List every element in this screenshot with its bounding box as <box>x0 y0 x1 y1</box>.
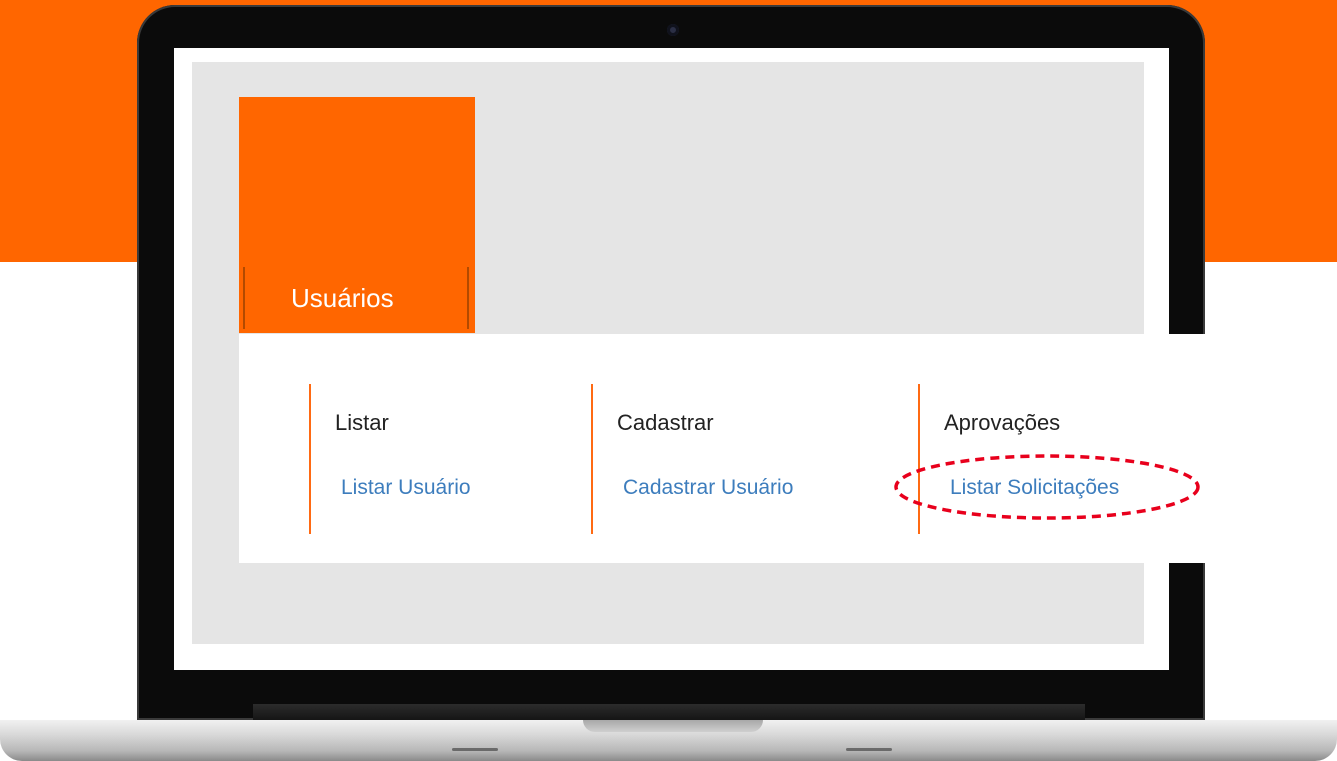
webcam-icon <box>667 24 679 36</box>
menu-column-listar: Listar Listar Usuário <box>309 384 471 534</box>
menu-column-cadastrar: Cadastrar Cadastrar Usuário <box>591 384 793 534</box>
highlight-annotation-ellipse <box>894 454 1200 520</box>
tile-right-border <box>467 267 469 329</box>
menu-heading-cadastrar: Cadastrar <box>617 410 714 435</box>
laptop-foot-right <box>846 748 892 751</box>
users-tile-label: Usuários <box>291 283 394 313</box>
laptop-foot-left <box>452 748 498 751</box>
users-tile[interactable]: Usuários <box>239 97 475 333</box>
users-dropdown-menu: Listar Listar Usuário Cadastrar Cadastra… <box>239 334 1337 563</box>
register-user-link[interactable]: Cadastrar Usuário <box>623 476 793 500</box>
tile-left-border <box>243 267 245 329</box>
menu-heading-aprovacoes: Aprovações <box>944 410 1061 435</box>
menu-heading-listar: Listar <box>335 410 389 435</box>
laptop-opening-notch <box>583 720 763 732</box>
list-users-link[interactable]: Listar Usuário <box>341 476 471 500</box>
laptop-hinge <box>253 704 1085 720</box>
